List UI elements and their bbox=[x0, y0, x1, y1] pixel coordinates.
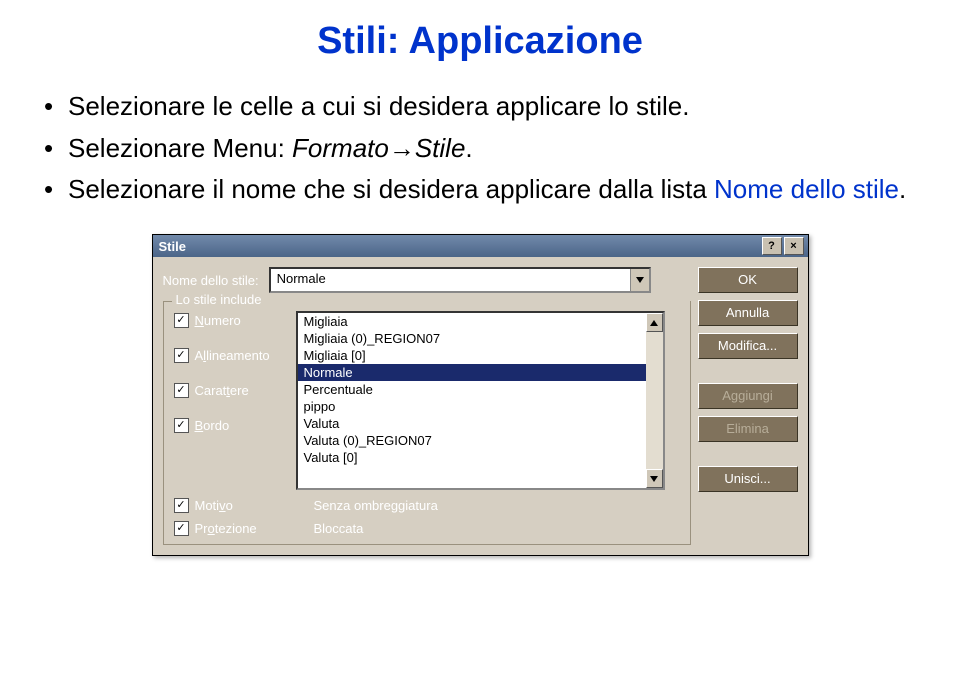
merge-button[interactable]: Unisci... bbox=[698, 466, 798, 492]
check-icon: ✓ bbox=[174, 498, 189, 513]
listbox-scrollbar[interactable] bbox=[646, 313, 663, 488]
ok-button[interactable]: OK bbox=[698, 267, 798, 293]
right-arrow-icon: → bbox=[389, 133, 415, 163]
bullet-2-prefix: Selezionare Menu: bbox=[68, 133, 292, 163]
checkbox-allineamento-label: Allineamento bbox=[195, 348, 270, 363]
cancel-button[interactable]: Annulla bbox=[698, 300, 798, 326]
close-button[interactable]: × bbox=[784, 237, 804, 255]
checkbox-protezione-label: Protezione bbox=[195, 521, 257, 536]
checkbox-protezione[interactable]: ✓ Protezione bbox=[174, 521, 314, 536]
modify-button[interactable]: Modifica... bbox=[698, 333, 798, 359]
dialog-button-column: OK Annulla Modifica... Aggiungi Elimina … bbox=[698, 267, 798, 492]
checkbox-numero[interactable]: ✓ Numero bbox=[174, 313, 314, 328]
list-item[interactable]: Migliaia [0] bbox=[298, 347, 646, 364]
check-icon: ✓ bbox=[174, 418, 189, 433]
group-label: Lo stile include bbox=[172, 292, 266, 307]
check-icon: ✓ bbox=[174, 521, 189, 536]
list-item[interactable]: Percentuale bbox=[298, 381, 646, 398]
checkbox-carattere[interactable]: ✓ Carattere bbox=[174, 383, 314, 398]
dialog-titlebar: Stile ? × bbox=[153, 235, 808, 257]
style-name-value: Normale bbox=[271, 269, 630, 291]
check-icon: ✓ bbox=[174, 383, 189, 398]
checkbox-bordo-label: Bordo bbox=[195, 418, 230, 433]
bullet-3-highlight: Nome dello stile bbox=[714, 174, 899, 204]
bullet-3-prefix: Selezionare il nome che si desidera appl… bbox=[68, 174, 714, 204]
bullet-3: Selezionare il nome che si desidera appl… bbox=[68, 171, 920, 209]
delete-button[interactable]: Elimina bbox=[698, 416, 798, 442]
style-dialog: Stile ? × OK Annulla Modifica... Aggiung… bbox=[152, 234, 809, 556]
dialog-title: Stile bbox=[157, 239, 760, 254]
chevron-down-icon bbox=[636, 277, 644, 283]
style-name-label: Nome dello stile: bbox=[163, 273, 259, 288]
list-item[interactable]: pippo bbox=[298, 398, 646, 415]
list-item[interactable]: Migliaia bbox=[298, 313, 646, 330]
checkbox-motivo[interactable]: ✓ Motivo bbox=[174, 498, 314, 513]
list-item[interactable]: Valuta (0)_REGION07 bbox=[298, 432, 646, 449]
scrollbar-track[interactable] bbox=[646, 332, 663, 469]
checkbox-carattere-label: Carattere bbox=[195, 383, 249, 398]
check-icon: ✓ bbox=[174, 313, 189, 328]
checkbox-allineamento[interactable]: ✓ Allineamento bbox=[174, 348, 314, 363]
checkbox-motivo-label: Motivo bbox=[195, 498, 233, 513]
style-includes-group: Lo stile include ✓ Numero ✓ Allineamento bbox=[163, 301, 691, 545]
bullet-1: Selezionare le celle a cui si desidera a… bbox=[68, 88, 920, 126]
style-name-listbox[interactable]: MigliaiaMigliaia (0)_REGION07Migliaia [0… bbox=[296, 311, 665, 490]
bullet-3-suffix: . bbox=[899, 174, 906, 204]
scroll-up-button[interactable] bbox=[646, 313, 663, 332]
bullet-2: Selezionare Menu: Formato→Stile. bbox=[68, 130, 920, 168]
bullet-2-path2: Stile bbox=[415, 133, 466, 163]
help-button[interactable]: ? bbox=[762, 237, 782, 255]
list-item[interactable]: Valuta bbox=[298, 415, 646, 432]
bullet-2-suffix: . bbox=[465, 133, 472, 163]
bullet-list: Selezionare le celle a cui si desidera a… bbox=[40, 88, 920, 209]
style-name-combobox[interactable]: Normale bbox=[269, 267, 651, 293]
checkbox-numero-label: Numero bbox=[195, 313, 241, 328]
check-icon: ✓ bbox=[174, 348, 189, 363]
chevron-down-icon bbox=[650, 476, 658, 482]
list-item[interactable]: Valuta [0] bbox=[298, 449, 646, 466]
combobox-dropdown-button[interactable] bbox=[630, 269, 649, 291]
list-item[interactable]: Normale bbox=[298, 364, 646, 381]
add-button[interactable]: Aggiungi bbox=[698, 383, 798, 409]
checkbox-bordo[interactable]: ✓ Bordo bbox=[174, 418, 314, 433]
list-item[interactable]: Migliaia (0)_REGION07 bbox=[298, 330, 646, 347]
motivo-value: Senza ombreggiatura bbox=[314, 498, 680, 513]
protezione-value: Bloccata bbox=[314, 521, 680, 536]
chevron-up-icon bbox=[650, 320, 658, 326]
page-title: Stili: Applicazione bbox=[40, 20, 920, 63]
bullet-2-path1: Formato bbox=[292, 133, 389, 163]
scroll-down-button[interactable] bbox=[646, 469, 663, 488]
